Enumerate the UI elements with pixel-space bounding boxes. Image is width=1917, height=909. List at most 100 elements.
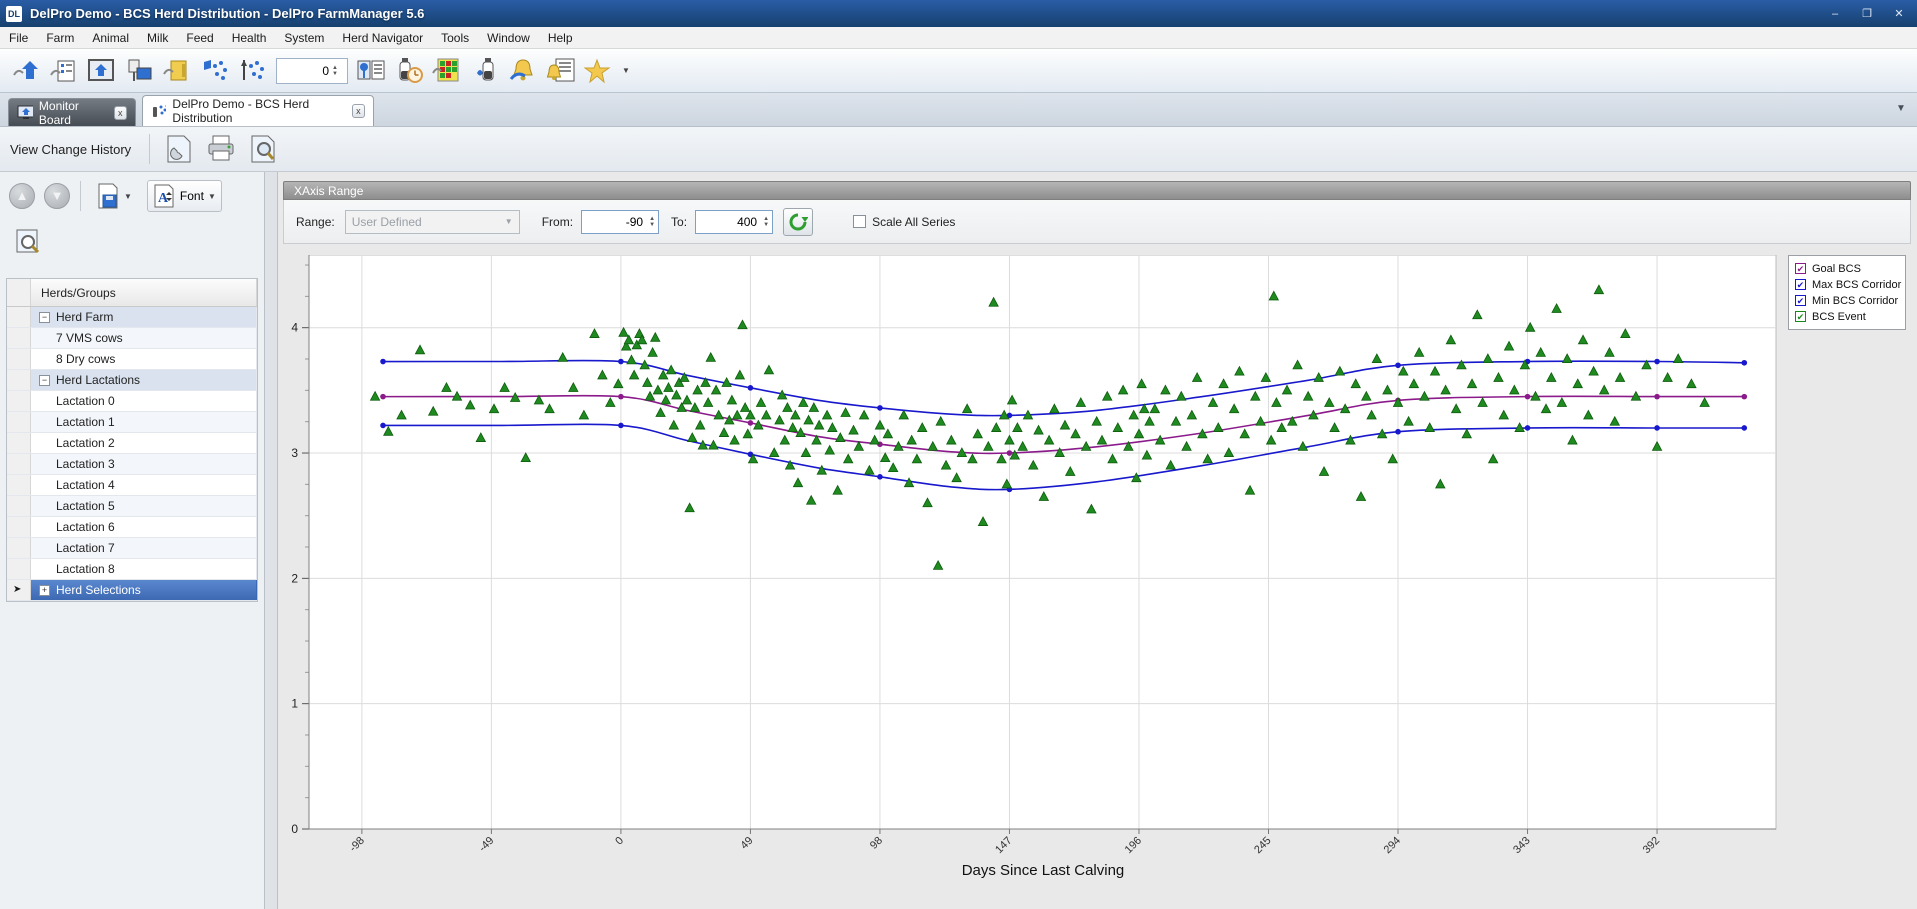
- tree-row-herd-selections[interactable]: ➤+Herd Selections: [7, 580, 257, 601]
- tab-monitor-close-icon[interactable]: x: [114, 106, 127, 120]
- tree-cell[interactable]: Lactation 4: [31, 475, 257, 495]
- preview-search-button[interactable]: [8, 224, 48, 260]
- menu-item-animal[interactable]: Animal: [83, 28, 138, 48]
- tree-row-lactation-5[interactable]: Lactation 5: [7, 496, 257, 517]
- menu-item-herd-navigator[interactable]: Herd Navigator: [333, 28, 432, 48]
- refresh-button[interactable]: [783, 208, 813, 236]
- scatter-graph-icon[interactable]: [196, 53, 234, 89]
- pin-report-icon[interactable]: [352, 53, 390, 89]
- menu-item-file[interactable]: File: [0, 28, 37, 48]
- save-caret-icon[interactable]: ▼: [124, 192, 132, 201]
- chart-canvas[interactable]: -98-490499814719624529434339201234: [284, 255, 1912, 905]
- counter-spin-arrows[interactable]: ▲▼: [329, 65, 341, 77]
- menu-item-feed[interactable]: Feed: [177, 28, 222, 48]
- tree-row-lactation-2[interactable]: Lactation 2: [7, 433, 257, 454]
- herd-grid-icon[interactable]: [428, 53, 466, 89]
- favorites-star-icon[interactable]: [580, 53, 618, 89]
- print-icon[interactable]: [200, 130, 242, 168]
- tab-monitor-board[interactable]: Monitor Board x: [8, 98, 136, 126]
- action-card-icon[interactable]: [158, 53, 196, 89]
- tree-row-7-vms-cows[interactable]: 7 VMS cows: [7, 328, 257, 349]
- tab-overflow-icon[interactable]: ▼: [1893, 103, 1909, 119]
- tree-cell[interactable]: 7 VMS cows: [31, 328, 257, 348]
- maximize-button[interactable]: ❐: [1853, 4, 1881, 24]
- alarm-bell-icon[interactable]: [504, 53, 542, 89]
- legend-checkbox-icon[interactable]: ✔: [1795, 279, 1806, 290]
- tree-cell[interactable]: −Herd Lactations: [31, 370, 257, 390]
- tree-cell[interactable]: Lactation 2: [31, 433, 257, 453]
- tree-cell[interactable]: Lactation 6: [31, 517, 257, 537]
- tree-cell[interactable]: +Herd Selections: [31, 580, 257, 600]
- legend-checkbox-icon[interactable]: ✔: [1795, 263, 1806, 274]
- page-setup-icon[interactable]: [158, 130, 200, 168]
- menu-item-farm[interactable]: Farm: [37, 28, 83, 48]
- tree-cell[interactable]: Lactation 1: [31, 412, 257, 432]
- tree-row-lactation-1[interactable]: Lactation 1: [7, 412, 257, 433]
- collapse-icon[interactable]: −: [39, 375, 50, 386]
- tree-cell[interactable]: Lactation 5: [31, 496, 257, 516]
- kiosk-display-icon[interactable]: [120, 53, 158, 89]
- tree-cell[interactable]: 8 Dry cows: [31, 349, 257, 369]
- scale-all-series-checkbox[interactable]: [853, 215, 866, 228]
- move-up-icon[interactable]: ▲: [9, 183, 35, 209]
- scale-all-series-toggle[interactable]: Scale All Series: [853, 215, 955, 229]
- tree-cell[interactable]: Lactation 3: [31, 454, 257, 474]
- from-spinbox[interactable]: ▲▼: [581, 210, 659, 234]
- collapse-icon[interactable]: −: [39, 312, 50, 323]
- tree-row-lactation-6[interactable]: Lactation 6: [7, 517, 257, 538]
- menu-item-milk[interactable]: Milk: [138, 28, 177, 48]
- expand-icon[interactable]: +: [39, 585, 50, 596]
- favorites-caret-icon[interactable]: ▼: [622, 66, 630, 75]
- tree-cell[interactable]: Lactation 0: [31, 391, 257, 411]
- close-button[interactable]: ✕: [1885, 4, 1913, 24]
- save-layout-button[interactable]: ▼: [91, 180, 137, 212]
- tab-chart-close-icon[interactable]: x: [352, 104, 365, 118]
- view-change-history-button[interactable]: View Change History: [0, 136, 141, 163]
- tree-row-herd-lactations[interactable]: −Herd Lactations: [7, 370, 257, 391]
- tree-row-lactation-7[interactable]: Lactation 7: [7, 538, 257, 559]
- to-spin-arrows[interactable]: ▲▼: [760, 216, 772, 228]
- cow-entry-icon[interactable]: [6, 53, 44, 89]
- to-input[interactable]: [696, 215, 760, 229]
- legend-checkbox-icon[interactable]: ✔: [1795, 311, 1806, 322]
- from-spin-arrows[interactable]: ▲▼: [646, 216, 658, 228]
- counter-spinner[interactable]: ▲▼: [276, 58, 348, 84]
- move-down-icon[interactable]: ▼: [44, 183, 70, 209]
- tree-row-herd-farm[interactable]: −Herd Farm: [7, 307, 257, 328]
- tab-chart-active[interactable]: DelPro Demo - BCS Herd Distribution x: [142, 95, 374, 126]
- font-dropdown[interactable]: A Font ▼: [147, 180, 222, 212]
- xaxis-range-header[interactable]: XAxis Range: [283, 181, 1911, 200]
- monitor-board-icon[interactable]: [82, 53, 120, 89]
- legend-item-bcs-event[interactable]: ✔BCS Event: [1795, 309, 1899, 324]
- tree-row-lactation-4[interactable]: Lactation 4: [7, 475, 257, 496]
- tree-row-lactation-8[interactable]: Lactation 8: [7, 559, 257, 580]
- to-spinbox[interactable]: ▲▼: [695, 210, 773, 234]
- menu-item-health[interactable]: Health: [223, 28, 276, 48]
- legend-item-max-bcs-corridor[interactable]: ✔Max BCS Corridor: [1795, 277, 1899, 292]
- legend-item-min-bcs-corridor[interactable]: ✔Min BCS Corridor: [1795, 293, 1899, 308]
- from-input[interactable]: [582, 215, 646, 229]
- tree-row-gutter: [7, 412, 31, 432]
- tree-cell[interactable]: Lactation 8: [31, 559, 257, 579]
- menu-item-window[interactable]: Window: [478, 28, 539, 48]
- tree-cell[interactable]: Lactation 7: [31, 538, 257, 558]
- legend-item-goal-bcs[interactable]: ✔Goal BCS: [1795, 261, 1899, 276]
- counter-input[interactable]: [277, 64, 329, 78]
- menu-item-system[interactable]: System: [275, 28, 333, 48]
- print-preview-icon[interactable]: [242, 130, 284, 168]
- legend-checkbox-icon[interactable]: ✔: [1795, 295, 1806, 306]
- range-select[interactable]: User Defined ▼: [345, 210, 520, 234]
- tree-row-lactation-3[interactable]: Lactation 3: [7, 454, 257, 475]
- minimize-button[interactable]: –: [1821, 4, 1849, 24]
- menu-item-tools[interactable]: Tools: [432, 28, 478, 48]
- tree-row-8-dry-cows[interactable]: 8 Dry cows: [7, 349, 257, 370]
- milking-clock-icon[interactable]: [390, 53, 428, 89]
- menu-item-help[interactable]: Help: [539, 28, 582, 48]
- alarm-list-icon[interactable]: [542, 53, 580, 89]
- milk-drop-icon[interactable]: [466, 53, 504, 89]
- panel-splitter[interactable]: [265, 172, 278, 909]
- tree-cell[interactable]: −Herd Farm: [31, 307, 257, 327]
- scatter-graph-alt-icon[interactable]: [234, 53, 272, 89]
- tree-row-lactation-0[interactable]: Lactation 0: [7, 391, 257, 412]
- animal-list-icon[interactable]: [44, 53, 82, 89]
